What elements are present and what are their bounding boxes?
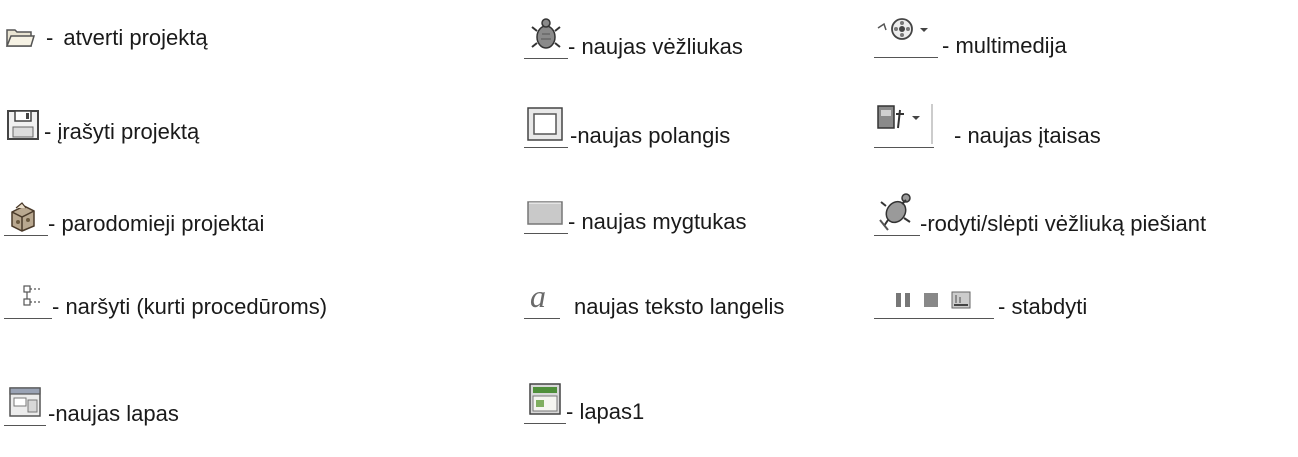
device-icon [874, 100, 934, 148]
legend-entry-new-device: - naujas įtaisas [874, 100, 1101, 148]
legend-entry-new-button: - naujas mygtukas [524, 190, 747, 234]
open-project-dash: - [46, 25, 54, 50]
new-page-icon [4, 384, 46, 426]
pause-stop-run-icon [874, 283, 994, 319]
button-icon [524, 190, 568, 234]
save-project-label: - įrašyti projektą [44, 119, 200, 144]
svg-text:a: a [530, 279, 546, 314]
open-folder-icon [4, 22, 36, 50]
multimedia-film-icon [874, 12, 938, 58]
legend-entry-sample-projects: - parodomieji projektai [4, 200, 264, 236]
sample-projects-label: - parodomieji projektai [48, 211, 265, 236]
open-project-label: atverti projektą [63, 25, 208, 50]
stop-label: - stabdyti [998, 294, 1088, 319]
multimedia-label: - multimedija [942, 33, 1067, 58]
legend-entry-new-window: -naujas polangis [524, 104, 730, 148]
legend-entry-new-page: -naujas lapas [4, 384, 179, 426]
new-button-label: - naujas mygtukas [568, 209, 747, 234]
show-hide-turtle-icon [874, 190, 920, 236]
procedure-tree-icon [4, 283, 52, 319]
new-turtle-label: - naujas vėžliukas [568, 34, 743, 59]
legend-entry-open-project: - atverti projektą [4, 22, 208, 50]
new-window-label: -naujas polangis [570, 123, 731, 148]
legend-entry-save-project: - įrašyti projektą [4, 108, 199, 144]
page1-label: - lapas1 [566, 399, 645, 424]
turtle-icon [524, 13, 568, 59]
new-device-label: - naujas įtaisas [954, 123, 1101, 148]
legend-entry-new-text-box: a naujas teksto langelis [524, 279, 784, 319]
new-text-box-label: naujas teksto langelis [574, 294, 785, 319]
legend-entry-show-hide-turtle: -rodyti/slėpti vėžliuką piešiant [874, 190, 1206, 236]
new-page-label: -naujas lapas [48, 401, 179, 426]
legend-entry-new-turtle: - naujas vėžliukas [524, 13, 743, 59]
legend-entry-stop: - stabdyti [874, 283, 1087, 319]
page1-icon [524, 380, 566, 424]
samples-box-icon [4, 200, 48, 236]
window-frame-icon [524, 104, 568, 148]
legend-entry-browse-procedures: - naršyti (kurti procedūroms) [4, 283, 327, 319]
show-hide-turtle-label: -rodyti/slėpti vėžliuką piešiant [920, 211, 1207, 236]
browse-procedures-label: - naršyti (kurti procedūroms) [52, 294, 328, 319]
legend-entry-page1: - lapas1 [524, 380, 644, 424]
text-a-icon: a [524, 279, 560, 319]
save-disk-icon [4, 108, 44, 144]
legend-entry-multimedia: - multimedija [874, 12, 1067, 58]
